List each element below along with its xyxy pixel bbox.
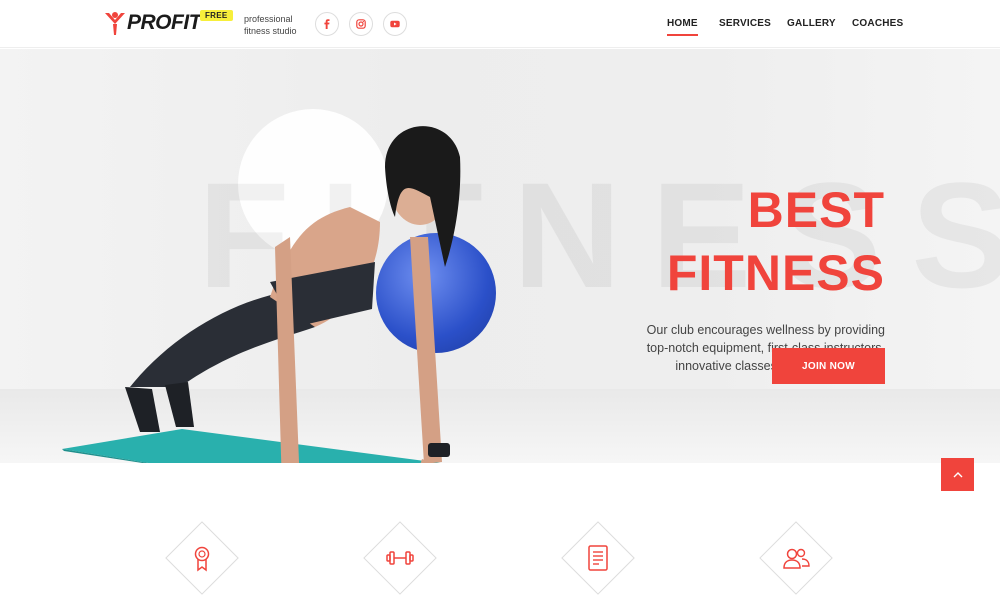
nav-gallery[interactable]: GALLERY — [787, 18, 836, 29]
nav-home[interactable]: HOME — [667, 18, 698, 36]
users-icon — [783, 548, 810, 569]
chevron-up-icon — [953, 472, 962, 478]
instagram-icon — [356, 19, 366, 29]
scroll-to-top-button[interactable] — [941, 458, 974, 491]
logo-text: PROFIT — [127, 11, 202, 34]
instagram-link[interactable] — [349, 12, 373, 36]
feature-coaches[interactable] — [759, 521, 833, 595]
hero-title-line2: FITNESS — [666, 245, 885, 301]
logo-mark-icon — [105, 12, 125, 35]
dumbbell-icon — [386, 551, 414, 565]
join-now-button[interactable]: JOIN NOW — [772, 348, 885, 384]
site-header: PROFIT FREE professional fitness studio … — [0, 0, 1000, 48]
nav-coaches[interactable]: COACHES — [852, 18, 903, 29]
athlete-illustration — [125, 126, 461, 463]
tagline: professional fitness studio — [244, 14, 297, 36]
youtube-icon — [390, 20, 400, 28]
facebook-link[interactable] — [315, 12, 339, 36]
feature-programs[interactable] — [561, 521, 635, 595]
youtube-link[interactable] — [383, 12, 407, 36]
hero-title: BEST FITNESS — [667, 179, 885, 305]
feature-award[interactable] — [165, 521, 239, 595]
nav-services[interactable]: SERVICES — [719, 18, 771, 29]
document-icon — [588, 545, 608, 571]
award-icon — [194, 546, 210, 572]
hero-title-line1: BEST — [747, 182, 885, 238]
free-badge: FREE — [200, 10, 233, 21]
feature-equipment[interactable] — [363, 521, 437, 595]
logo[interactable]: PROFIT — [104, 10, 202, 36]
hero-section: FITNESS BEST FITNESS Our club encourages… — [0, 49, 1000, 463]
facebook-icon — [324, 19, 330, 29]
